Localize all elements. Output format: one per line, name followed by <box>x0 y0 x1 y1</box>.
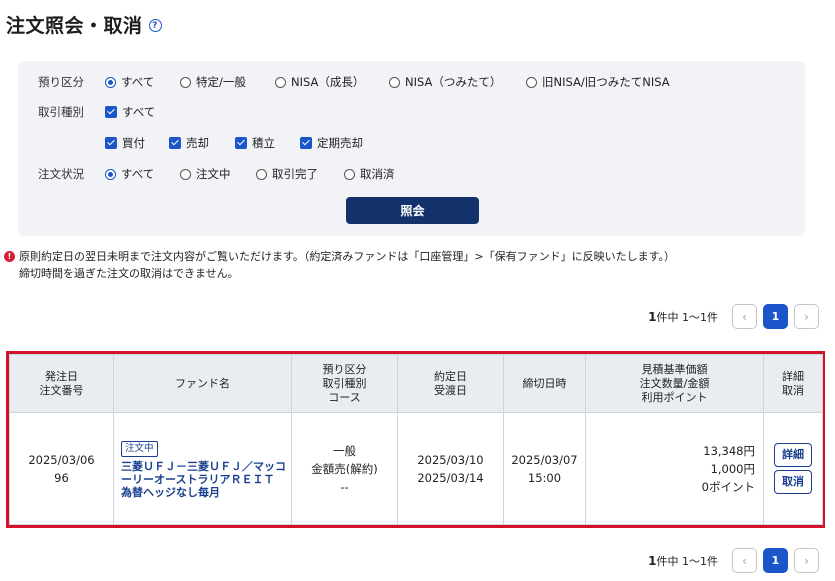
trade-option-accumulate[interactable]: 積立 <box>235 135 300 151</box>
cancel-order-button[interactable]: 取消 <box>774 470 812 494</box>
status-filter-label: 注文状況 <box>38 167 84 181</box>
account-filter-label: 預り区分 <box>38 75 84 89</box>
alert-icon: ! <box>4 251 15 262</box>
help-icon[interactable]: ? <box>148 19 162 32</box>
checkbox-checked-icon[interactable] <box>105 106 117 118</box>
trade-filter-row: 取引種別 すべて <box>38 103 155 121</box>
account-option-old-nisa[interactable]: 旧NISA/旧つみたてNISA <box>526 74 670 90</box>
cell-account: 一般 金額売(解約) -- <box>291 412 398 525</box>
page-button-current[interactable]: 1 <box>763 304 788 329</box>
pager-count: 1件中 1〜1件 <box>648 309 718 324</box>
cell-contract-date: 2025/03/10 2025/03/14 <box>397 412 504 525</box>
page-button-current[interactable]: 1 <box>763 548 788 573</box>
radio-icon[interactable] <box>180 168 191 180</box>
table-row: 2025/03/06 96 注文中 三菱ＵＦＪ－三菱ＵＦＪ／マッコーリーオースト… <box>9 412 823 525</box>
radio-icon[interactable] <box>256 168 267 180</box>
cell-actions: 詳細 取消 <box>763 412 823 525</box>
trade-filter-label: 取引種別 <box>38 105 84 119</box>
next-page-button[interactable]: › <box>794 548 819 573</box>
prev-page-button[interactable]: ‹ <box>732 548 757 573</box>
cell-order-date: 2025/03/06 96 <box>9 412 114 525</box>
header-actions: 詳細 取消 <box>763 354 823 413</box>
account-option-all[interactable]: すべて <box>105 74 180 90</box>
cell-deadline: 2025/03/07 15:00 <box>503 412 586 525</box>
next-page-button[interactable]: › <box>794 304 819 329</box>
account-option-nisa-tsumitate[interactable]: NISA（つみたて） <box>389 74 526 90</box>
trade-option-all[interactable]: すべて <box>105 104 155 120</box>
radio-selected-icon[interactable] <box>105 76 116 88</box>
pager-count: 1件中 1〜1件 <box>648 553 718 568</box>
header-contract-date: 約定日 受渡日 <box>397 354 504 413</box>
account-option-specific[interactable]: 特定/一般 <box>180 74 275 90</box>
detail-button[interactable]: 詳細 <box>774 443 812 467</box>
page-title: 注文照会・取消 ? <box>6 11 162 38</box>
header-fund-name: ファンド名 <box>113 354 292 413</box>
prev-page-button[interactable]: ‹ <box>732 304 757 329</box>
pager-top: 1件中 1〜1件 ‹ 1 › <box>648 304 819 329</box>
header-amount: 見積基準価額 注文数量/金額 利用ポイント <box>585 354 764 413</box>
status-option-completed[interactable]: 取引完了 <box>256 166 344 182</box>
pager-bottom: 1件中 1〜1件 ‹ 1 › <box>648 548 819 573</box>
account-option-nisa-growth[interactable]: NISA（成長） <box>275 74 389 90</box>
status-option-cancelled[interactable]: 取消済 <box>344 166 395 182</box>
checkbox-checked-icon[interactable] <box>300 137 312 149</box>
notice: ! 原則約定日の翌日未明まで注文内容がご覧いただけます。（約定済みファンドは「口… <box>4 248 675 282</box>
header-deadline: 締切日時 <box>503 354 586 413</box>
checkbox-checked-icon[interactable] <box>235 137 247 149</box>
status-badge: 注文中 <box>121 441 158 457</box>
page-title-text: 注文照会・取消 <box>6 15 143 37</box>
radio-icon[interactable] <box>275 76 286 88</box>
radio-icon[interactable] <box>344 168 355 180</box>
search-button[interactable]: 照会 <box>346 197 479 224</box>
notice-line-2: 締切時間を過ぎた注文の取消はできません。 <box>19 267 239 280</box>
radio-icon[interactable] <box>180 76 191 88</box>
cell-fund: 注文中 三菱ＵＦＪ－三菱ＵＦＪ／マッコーリーオーストラリアＲＥＩＴ 為替ヘッジな… <box>113 412 292 525</box>
notice-line-1: 原則約定日の翌日未明まで注文内容がご覧いただけます。（約定済みファンドは「口座管… <box>19 250 676 263</box>
account-filter-row: 預り区分 すべて 特定/一般 NISA（成長） NISA（つみたて） 旧NISA… <box>38 73 670 91</box>
header-account-type: 預り区分 取引種別 コース <box>291 354 398 413</box>
status-option-pending[interactable]: 注文中 <box>180 166 256 182</box>
radio-selected-icon[interactable] <box>105 168 116 180</box>
table-header-row: 発注日 注文番号 ファンド名 預り区分 取引種別 コース 約定日 受渡日 締切日時 見積… <box>9 354 823 413</box>
checkbox-checked-icon[interactable] <box>169 137 181 149</box>
status-option-all[interactable]: すべて <box>105 166 180 182</box>
trade-option-buy[interactable]: 買付 <box>105 135 169 151</box>
checkbox-checked-icon[interactable] <box>105 137 117 149</box>
fund-name-link[interactable]: 三菱ＵＦＪ－三菱ＵＦＪ／マッコーリーオーストラリアＲＥＩＴ 為替ヘッジなし毎月 <box>121 460 287 499</box>
trade-option-periodic-sell[interactable]: 定期売却 <box>300 135 363 151</box>
status-filter-row: 注文状況 すべて 注文中 取引完了 取消済 <box>38 165 395 183</box>
trade-suboptions-row: 買付 売却 積立 定期売却 <box>105 134 363 152</box>
header-order-date: 発注日 注文番号 <box>9 354 114 413</box>
orders-table: 発注日 注文番号 ファンド名 預り区分 取引種別 コース 約定日 受渡日 締切日時 見積… <box>9 354 823 525</box>
cell-amount: 13,348円 1,000円 0ポイント <box>585 412 764 525</box>
trade-option-sell[interactable]: 売却 <box>169 135 235 151</box>
orders-table-highlight: 発注日 注文番号 ファンド名 預り区分 取引種別 コース 約定日 受渡日 締切日時 見積… <box>6 351 825 528</box>
radio-icon[interactable] <box>389 76 400 88</box>
radio-icon[interactable] <box>526 76 537 88</box>
